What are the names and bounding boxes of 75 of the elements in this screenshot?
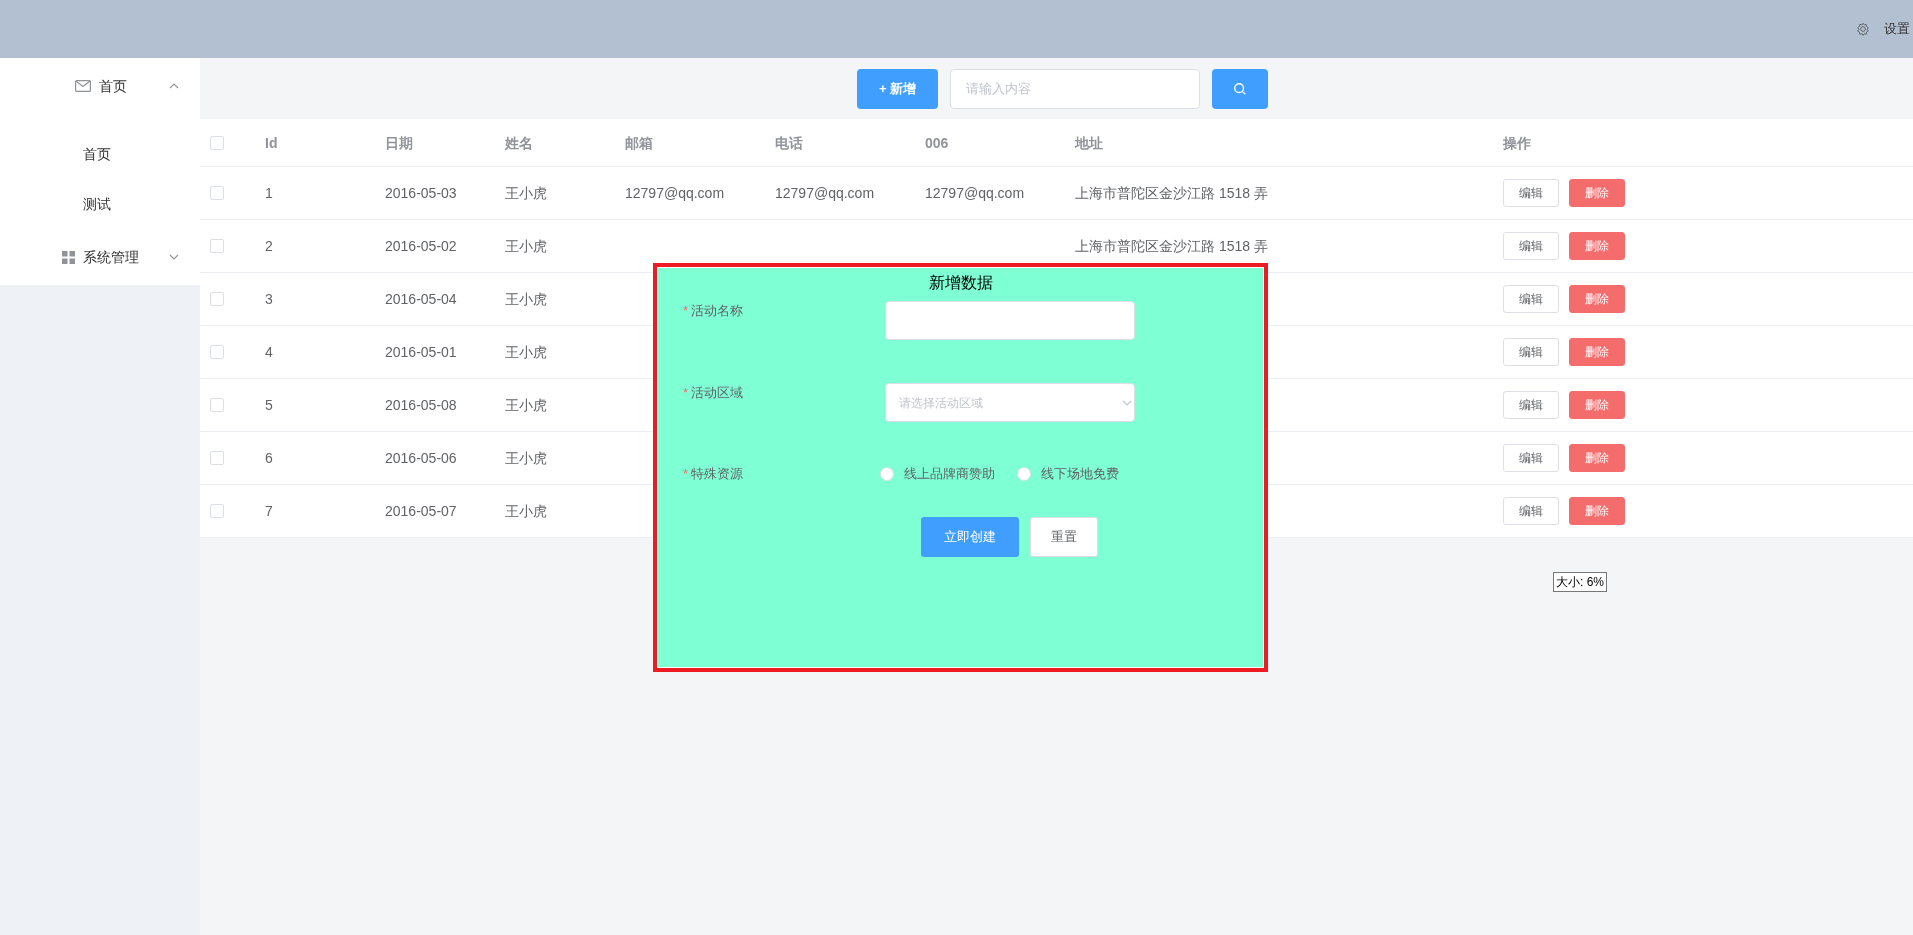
table-cell: 12797@qq.com [925, 185, 1025, 201]
table-cell: 6 [265, 450, 273, 466]
table-cell: 上海市普陀区金沙江路 1518 弄 [1075, 185, 1268, 201]
table-cell: 王小虎 [505, 450, 547, 466]
checkbox[interactable] [210, 345, 224, 359]
required-mark: * [683, 302, 689, 321]
column-header: 日期 [385, 134, 413, 151]
required-mark: * [683, 465, 689, 484]
checkbox[interactable] [210, 451, 224, 465]
table-cell: 王小虎 [505, 291, 547, 307]
table-cell: 2016-05-06 [385, 450, 457, 466]
table-cell: 2 [265, 238, 273, 254]
input-field[interactable] [885, 301, 1135, 340]
column-header: 006 [925, 134, 949, 151]
mail-icon [75, 80, 91, 92]
column-header: 邮箱 [625, 134, 653, 151]
radio-option[interactable]: 线上品牌商赞助 [880, 464, 995, 484]
field-label: 特殊资源 [691, 465, 744, 484]
table-cell: 王小虎 [505, 344, 547, 360]
table-cell: 7 [265, 503, 273, 519]
dialog-title: 新增数据 [927, 273, 994, 293]
chevron-icon [169, 253, 179, 261]
edit-button[interactable]: 编辑 [1503, 391, 1559, 419]
field-label: 活动区域 [691, 384, 744, 403]
edit-button[interactable]: 编辑 [1503, 444, 1559, 472]
edit-button[interactable]: 编辑 [1503, 232, 1559, 260]
submenu-item[interactable]: 首页 [0, 129, 200, 179]
edit-button[interactable]: 编辑 [1503, 285, 1559, 313]
table-cell: 王小虎 [505, 185, 547, 201]
table-cell: 王小虎 [505, 397, 547, 413]
table-cell: 2016-05-02 [385, 238, 457, 254]
search-button[interactable] [1212, 68, 1268, 109]
table-cell: 2016-05-07 [385, 503, 457, 519]
submenu-item[interactable]: 测试 [0, 179, 200, 229]
table-cell: 12797@qq.com [625, 185, 725, 201]
checkbox[interactable] [210, 186, 224, 200]
table-cell: 4 [265, 344, 273, 360]
edit-button[interactable]: 编辑 [1503, 497, 1559, 525]
table-cell: 上海市普陀区金沙江路 1518 弄 [1075, 238, 1268, 254]
column-header: 电话 [775, 134, 803, 151]
column-header: 姓名 [505, 134, 533, 151]
radio-option[interactable]: 线下场地免费 [1017, 464, 1119, 484]
chevron-icon [169, 82, 179, 90]
table-cell: 2016-05-03 [385, 185, 457, 201]
field-label: 活动名称 [691, 302, 744, 321]
checkbox[interactable] [210, 292, 224, 306]
table-cell: 王小虎 [505, 238, 547, 254]
menu-item[interactable]: 首页 [0, 58, 200, 114]
column-header: 地址 [1075, 134, 1103, 151]
edit-button[interactable]: 编辑 [1503, 338, 1559, 366]
checkbox[interactable] [210, 398, 224, 412]
search-field[interactable]: 请输入内容 [950, 68, 1200, 109]
table-cell: 3 [265, 291, 273, 307]
settings-link[interactable]: 设置 [1884, 19, 1910, 39]
required-mark: * [683, 384, 689, 403]
table-cell: 2016-05-01 [385, 344, 457, 360]
table-cell: 2016-05-04 [385, 291, 457, 307]
table-cell: 2016-05-08 [385, 397, 457, 413]
grid-icon [62, 250, 75, 264]
search-icon [1233, 81, 1247, 96]
column-header: 操作 [1503, 134, 1531, 151]
chevron-icon [1122, 399, 1132, 406]
reset-button[interactable]: 重置 [1030, 517, 1098, 557]
menu-item[interactable]: 系统管理 [0, 229, 200, 285]
edit-button[interactable]: 编辑 [1503, 179, 1559, 207]
checkbox[interactable] [210, 135, 224, 150]
settings-icon[interactable] [1856, 22, 1870, 36]
column-header: Id [265, 134, 278, 151]
table-cell: 5 [265, 397, 273, 413]
table-cell: 12797@qq.com [775, 185, 875, 201]
checkbox[interactable] [210, 239, 224, 253]
size-tooltip: 大小: 6% [1553, 572, 1607, 592]
table-cell: 王小虎 [505, 503, 547, 519]
table-cell: 1 [265, 185, 273, 201]
checkbox[interactable] [210, 504, 224, 518]
